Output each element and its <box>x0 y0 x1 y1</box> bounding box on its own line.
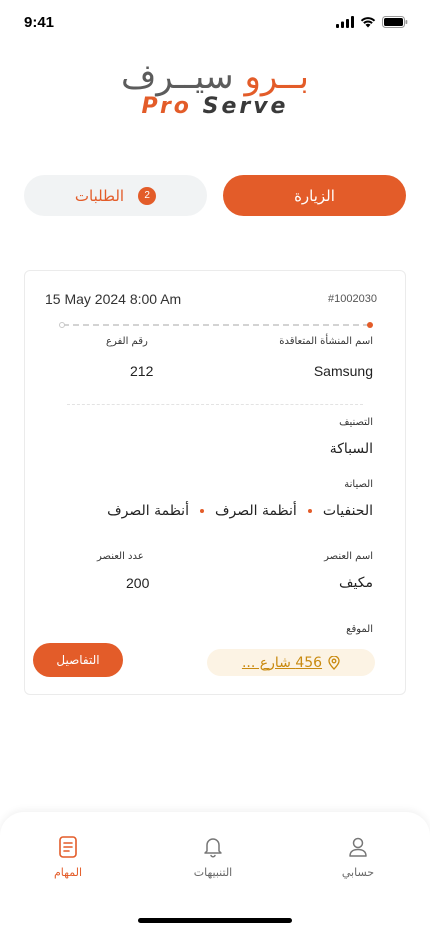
category-value: السباكة <box>329 441 373 457</box>
logo-arabic-accent: بــرو <box>244 57 310 97</box>
bell-icon <box>204 838 222 858</box>
location-address: 456 شارع ... <box>241 654 323 671</box>
logo-english-accent: Pro <box>141 94 192 119</box>
nav-label-notifications: التنبيهات <box>193 866 233 879</box>
timeline-line <box>63 324 369 326</box>
nav-item-notifications[interactable]: التنبيهات <box>173 836 253 879</box>
bottom-navigation: المهام التنبيهات حسابي <box>0 812 430 932</box>
cellular-signal-icon <box>336 16 354 28</box>
nav-item-tasks[interactable]: المهام <box>28 836 108 879</box>
tab-requests-label: الطلبات <box>74 186 125 205</box>
branch-value: 212 <box>130 363 154 379</box>
tab-visit[interactable]: الزيارة <box>223 175 406 216</box>
item-name-value: مكيف <box>339 575 373 591</box>
brand-logo: بــرو سيــرف Pro Serve <box>0 58 430 118</box>
maintenance-item: أنظمة الصرف <box>107 503 189 519</box>
timeline-end-dot <box>367 322 373 328</box>
status-bar: 9:41 <box>0 0 430 46</box>
logo-english: Pro Serve <box>0 96 430 118</box>
tab-requests[interactable]: الطلبات 2 <box>24 175 207 216</box>
item-count-label: عدد العنصر <box>97 551 144 562</box>
document-icon <box>59 836 77 858</box>
visit-date: 15 May 2024 8:00 Am <box>45 291 182 307</box>
maintenance-items: الحنفيات أنظمة الصرف أنظمة الصرف <box>107 503 373 519</box>
maintenance-label: الصيانة <box>344 479 373 490</box>
facility-value: Samsung <box>313 363 373 379</box>
home-indicator <box>138 918 292 923</box>
nav-label-tasks: المهام <box>54 866 82 879</box>
section-divider <box>67 404 363 405</box>
location-link[interactable]: 456 شارع ... <box>207 649 375 676</box>
battery-icon <box>382 16 408 28</box>
details-button[interactable]: التفاصيل <box>33 643 123 677</box>
location-pin-icon <box>328 655 340 670</box>
details-button-label: التفاصيل <box>56 653 100 667</box>
order-id: #1002030 <box>328 293 377 305</box>
visit-card: 15 May 2024 8:00 Am #1002030 اسم المنشأة… <box>24 270 406 695</box>
requests-count-badge: 2 <box>138 186 157 205</box>
logo-english-main: Serve <box>202 94 289 119</box>
status-icons <box>336 16 408 28</box>
item-name-label: اسم العنصر <box>324 551 373 562</box>
category-label: التصنيف <box>339 417 373 428</box>
item-count-value: 200 <box>126 575 150 591</box>
status-time: 9:41 <box>24 14 55 31</box>
nav-item-account[interactable]: حسابي <box>318 836 398 879</box>
timeline-start-dot <box>59 322 65 328</box>
bullet-dot <box>307 509 312 513</box>
logo-arabic: بــرو سيــرف <box>0 58 430 96</box>
tab-visit-label: الزيارة <box>294 186 335 205</box>
location-label: الموقع <box>346 624 373 635</box>
wifi-icon <box>360 17 376 28</box>
user-icon <box>349 837 367 857</box>
branch-label: رقم الفرع <box>106 336 148 347</box>
nav-label-account: حسابي <box>341 866 375 879</box>
progress-timeline <box>59 322 373 328</box>
logo-arabic-main: سيــرف <box>120 57 234 97</box>
maintenance-item: الحنفيات <box>322 503 373 519</box>
bullet-dot <box>199 509 204 513</box>
maintenance-item: أنظمة الصرف <box>214 503 297 519</box>
facility-label: اسم المنشأة المتعاقدة <box>279 336 373 347</box>
